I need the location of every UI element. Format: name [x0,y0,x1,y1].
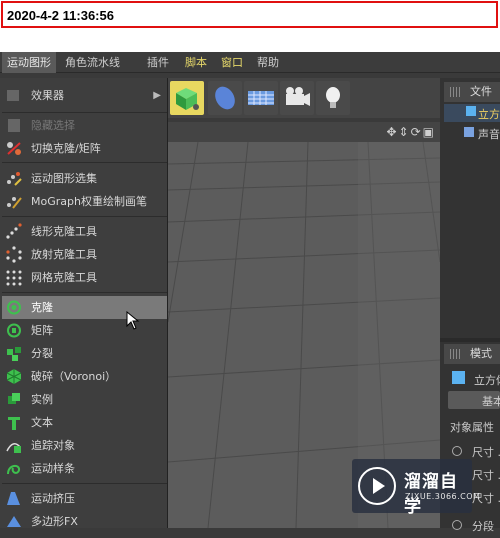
menu-separator [2,216,167,217]
viewport-nav-icons[interactable]: ✥⇕⟳▣ [386,125,436,139]
cube-icon [466,106,476,116]
spline-tool-icon[interactable] [208,81,242,115]
menu-window[interactable]: 窗口 [216,52,248,73]
submenu-arrow-icon: ▶ [153,90,161,101]
object-name-sound: 声音 [478,128,500,141]
basic-tab-button[interactable]: 基本 [448,391,500,409]
size-x-label: 尺寸 . [472,446,500,459]
menu-item-extrude[interactable]: 运动挤压 [2,487,167,510]
grip-icon [450,87,462,97]
menu-item-tracer[interactable]: 追踪对象 [2,434,167,457]
menu-help[interactable]: 帮助 [252,52,284,73]
polyfx-icon [5,513,23,530]
tracer-icon [5,437,23,454]
menu-mograph[interactable]: 运动图形 [2,52,56,73]
radial-clone-icon [5,246,23,263]
linear-clone-icon [5,223,23,240]
toggle-clone-icon [5,140,23,157]
menu-item-cloner[interactable]: 克隆 [2,296,167,319]
cube-tool-icon[interactable] [170,81,204,115]
panel-divider [440,338,500,342]
menu-item-mospline[interactable]: 运动样条 [2,457,167,480]
menu-item-linear-clone[interactable]: 线形克隆工具 [2,220,167,243]
menu-item-fracture[interactable]: 分裂 [2,342,167,365]
watermark-url: ZIXUE.3066.COM [405,492,481,501]
menu-item-weight-brush[interactable]: MoGraph权重绘制画笔 [2,190,167,213]
menu-separator [2,112,167,113]
cube-icon [452,371,465,384]
hide-selection-icon [5,117,23,134]
tab-file[interactable]: 文件 [444,82,500,102]
menu-script[interactable]: 脚本 [180,52,212,73]
menu-separator [2,483,167,484]
instance-icon [5,391,23,408]
camera-tool-icon[interactable] [280,81,314,115]
menu-item-grid-clone[interactable]: 网格克隆工具 [2,266,167,289]
menu-separator [2,162,167,163]
timestamp-box: 2020-4-2 11:36:56 [1,1,498,28]
menu-item-radial-clone[interactable]: 放射克隆工具 [2,243,167,266]
grid-clone-icon [5,269,23,286]
size-y-label: 尺寸 . [472,469,500,482]
toolbar [168,78,440,118]
object-name-cube: 立方 [478,108,500,121]
menu-item-hide-selection[interactable]: 隐藏选择 [2,114,167,137]
sound-icon [464,127,474,137]
extrude-icon [5,490,23,507]
timestamp: 2020-4-2 11:36:56 [7,8,114,23]
menubar: 运动图形 角色 流水线 插件 脚本 窗口 帮助 [0,52,500,73]
attribute-object-name: 立方体 [474,374,500,387]
menu-item-mograph-selection[interactable]: 运动图形选集 [2,167,167,190]
fracture-icon [5,345,23,362]
menu-item-text[interactable]: 文本 [2,411,167,434]
menu-item-effector[interactable]: 效果器 ▶ [2,84,167,107]
menu-plugins[interactable]: 插件 [142,52,174,73]
watermark: 溜溜自学 ZIXUE.3066.COM [352,459,480,517]
menu-item-polyfx[interactable]: 多边形FX [2,510,167,533]
mograph-selection-icon [5,170,23,187]
tab-mode[interactable]: 模式 [444,344,500,364]
object-row-sound[interactable]: 声音 [444,124,500,142]
nurbs-tool-icon[interactable] [244,81,278,115]
effector-icon [5,87,23,104]
menu-item-matrix[interactable]: 矩阵 [2,319,167,342]
radio-icon[interactable] [452,446,462,456]
grip-icon [450,349,462,359]
matrix-icon [5,322,23,339]
radio-icon[interactable] [452,520,462,530]
segments-label: 分段 [472,520,494,533]
voronoi-icon [5,368,23,385]
object-properties-title: 对象属性 [450,421,494,434]
screenshot-header: 2020-4-2 11:36:56 [0,0,500,52]
menu-pipeline[interactable]: 流水线 [82,52,125,73]
mograph-dropdown-menu: 效果器 ▶ 隐藏选择 切换克隆/矩阵 运动图形选集 MoGraph权重绘制画笔 … [0,78,168,528]
menu-separator [2,292,167,293]
object-row-cube[interactable]: 立方 [444,104,500,122]
light-tool-icon[interactable] [316,81,350,115]
cloner-icon [5,299,23,316]
viewport-header: ✥⇕⟳▣ [168,122,440,142]
play-logo-icon [358,467,396,505]
menu-item-instance[interactable]: 实例 [2,388,167,411]
mospline-icon [5,460,23,477]
text-icon [5,414,23,431]
weight-brush-icon [5,193,23,210]
menu-item-voronoi[interactable]: 破碎（Voronoi） [2,365,167,388]
menu-item-toggle-clone[interactable]: 切换克隆/矩阵 [2,137,167,160]
